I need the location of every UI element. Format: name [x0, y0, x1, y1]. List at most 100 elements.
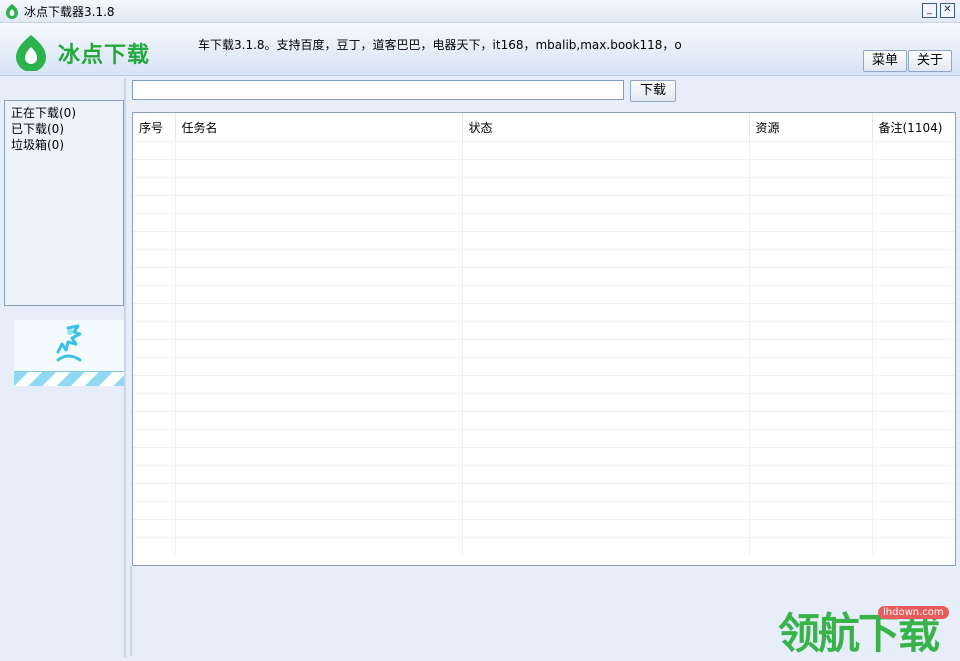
table-cell	[749, 249, 873, 268]
category-downloaded[interactable]: 已下载(0)	[5, 121, 123, 137]
table-cell	[872, 285, 955, 304]
table-cell	[462, 411, 750, 430]
table-row[interactable]	[133, 159, 955, 178]
close-button[interactable]: ✕	[940, 3, 955, 18]
table-row[interactable]	[133, 231, 955, 250]
table-row[interactable]	[133, 303, 955, 322]
table-cell	[749, 285, 873, 304]
table-cell	[749, 231, 873, 250]
table-cell	[133, 303, 176, 322]
table-cell	[175, 231, 463, 250]
table-cell	[872, 177, 955, 196]
table-cell	[749, 429, 873, 448]
table-cell	[749, 393, 873, 412]
table-row[interactable]	[133, 321, 955, 340]
table-row[interactable]	[133, 375, 955, 394]
table-cell	[872, 483, 955, 502]
category-downloading[interactable]: 正在下载(0)	[5, 105, 123, 121]
table-row[interactable]	[133, 339, 955, 358]
table-cell	[872, 321, 955, 340]
table-cell	[872, 519, 955, 538]
table-cell	[175, 339, 463, 358]
table-row[interactable]	[133, 285, 955, 304]
task-list[interactable]: 序号 任务名 状态 资源 备注(1104)	[132, 112, 956, 566]
table-cell	[462, 267, 750, 286]
table-cell	[749, 537, 873, 555]
table-cell	[749, 411, 873, 430]
table-row[interactable]	[133, 213, 955, 232]
table-cell	[872, 339, 955, 358]
table-cell	[462, 447, 750, 466]
table-cell	[462, 339, 750, 358]
header-banner: 冰点下载 车下载3.1.8。支持百度，豆丁，道客巴巴，电器天下，it168，mb…	[0, 23, 960, 76]
table-row[interactable]	[133, 483, 955, 502]
column-header-status[interactable]: 状态	[462, 113, 750, 142]
table-row[interactable]	[133, 249, 955, 268]
table-cell	[175, 519, 463, 538]
table-cell	[462, 429, 750, 448]
table-cell	[133, 321, 176, 340]
category-trash[interactable]: 垃圾箱(0)	[5, 137, 123, 153]
minimize-button[interactable]: _	[922, 3, 937, 18]
table-cell	[462, 519, 750, 538]
table-cell	[175, 411, 463, 430]
table-cell	[462, 483, 750, 502]
brand-name: 冰点下载	[58, 43, 151, 68]
table-cell	[175, 285, 463, 304]
table-cell	[175, 213, 463, 232]
table-cell	[175, 501, 463, 520]
table-cell	[175, 357, 463, 376]
download-button[interactable]: 下载	[630, 80, 676, 102]
table-cell	[175, 393, 463, 412]
table-row[interactable]	[133, 393, 955, 412]
table-cell	[133, 141, 176, 160]
table-cell	[749, 357, 873, 376]
table-row[interactable]	[133, 537, 955, 555]
table-cell	[872, 465, 955, 484]
table-row[interactable]	[133, 501, 955, 520]
watermark-url: lhdown.com	[878, 606, 949, 619]
mascot-figure-icon	[56, 324, 82, 362]
table-row[interactable]	[133, 411, 955, 430]
table-cell	[175, 303, 463, 322]
column-header-task-name[interactable]: 任务名	[175, 113, 463, 142]
table-cell	[872, 231, 955, 250]
table-cell	[872, 447, 955, 466]
table-cell	[872, 501, 955, 520]
scrolling-notice: 车下载3.1.8。支持百度，豆丁，道客巴巴，电器天下，it168，mbalib,…	[198, 38, 682, 52]
table-cell	[133, 267, 176, 286]
table-cell	[175, 141, 463, 160]
menu-button[interactable]: 菜单	[863, 50, 907, 72]
table-cell	[462, 321, 750, 340]
table-row[interactable]	[133, 141, 955, 160]
column-header-source[interactable]: 资源	[749, 113, 873, 142]
table-row[interactable]	[133, 429, 955, 448]
table-row[interactable]	[133, 519, 955, 538]
table-row[interactable]	[133, 465, 955, 484]
table-cell	[462, 501, 750, 520]
table-cell	[872, 267, 955, 286]
column-header-index[interactable]: 序号	[133, 113, 176, 142]
table-cell	[175, 429, 463, 448]
table-row[interactable]	[133, 267, 955, 286]
column-header-note[interactable]: 备注(1104)	[872, 113, 955, 142]
url-input[interactable]	[132, 80, 624, 100]
mascot-banner	[14, 320, 124, 386]
brand-logo-icon	[16, 35, 46, 71]
table-cell	[133, 483, 176, 502]
table-cell	[133, 375, 176, 394]
table-cell	[749, 303, 873, 322]
table-cell	[175, 447, 463, 466]
table-row[interactable]	[133, 357, 955, 376]
about-button[interactable]: 关于	[908, 50, 952, 72]
table-cell	[133, 501, 176, 520]
table-cell	[872, 159, 955, 178]
table-cell	[133, 519, 176, 538]
table-cell	[175, 195, 463, 214]
table-row[interactable]	[133, 177, 955, 196]
table-cell	[462, 249, 750, 268]
table-cell	[175, 375, 463, 394]
table-row[interactable]	[133, 195, 955, 214]
table-cell	[872, 375, 955, 394]
table-row[interactable]	[133, 447, 955, 466]
